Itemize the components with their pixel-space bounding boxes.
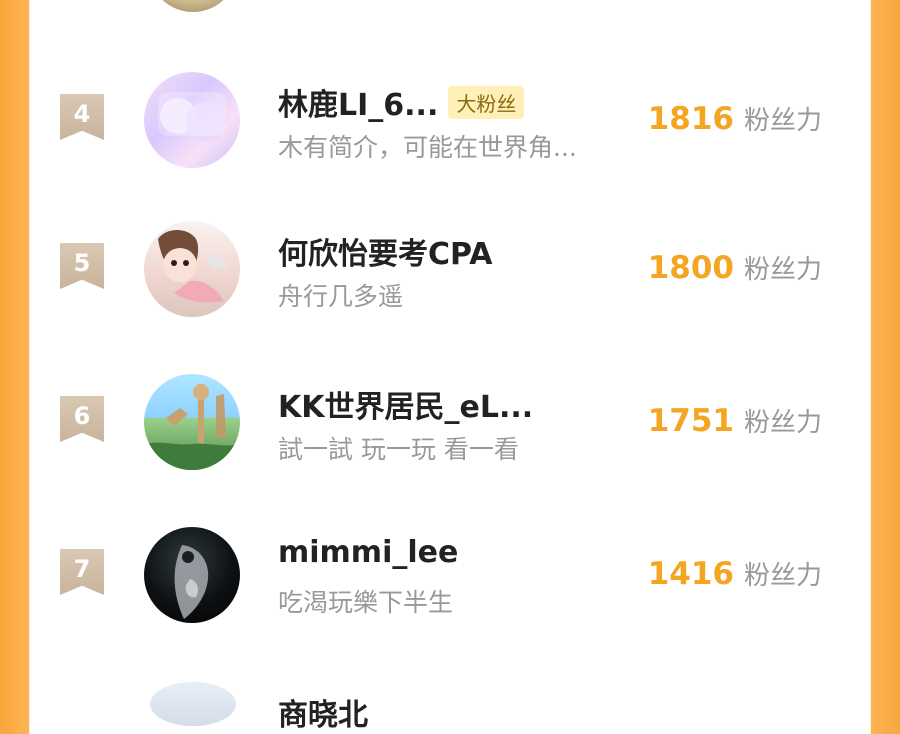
user-description: 木有简介，可能在世界角... [278,133,577,162]
name-line: KK世界居民_eL... [278,382,533,426]
name-line: mimmi_lee [278,535,458,570]
rank-badge: 6 [60,396,104,442]
user-name[interactable]: mimmi_lee [278,535,458,570]
rank-badge: 4 [60,94,104,140]
fan-power-label: 粉丝力 [743,106,822,136]
avatar-partial-bottom[interactable] [150,682,236,726]
fan-power-value: 1800 [647,250,734,286]
rank-badge: 7 [60,549,104,595]
avatar-image [158,92,226,142]
fan-power-value: 1751 [647,403,734,439]
fan-power: 1800 粉丝力 [648,249,822,286]
fan-power-value: 1416 [647,556,734,592]
list-item[interactable]: 6 KK世界居民_eL... 試一試 玩一玩 看一看 1751 粉丝力 [30,374,870,474]
avatar-image [144,384,240,470]
list-item[interactable]: 5 何欣怡要考CPA 舟行几多遥 1800 粉丝力 [30,221,870,321]
fan-power-label: 粉丝力 [743,255,822,285]
avatar-partial-top[interactable] [150,0,236,12]
avatar[interactable] [144,72,240,168]
rank-badge: 5 [60,243,104,289]
user-name[interactable]: KK世界居民_eL... [278,382,533,426]
list-item[interactable]: 4 林鹿LI_6... 大粉丝 木有简介，可能在世界角... 1816 粉丝力 [30,72,870,172]
user-description: 吃渴玩樂下半生 [278,588,454,617]
fan-power: 1416 粉丝力 [648,555,822,592]
fan-power: 1816 粉丝力 [648,100,822,137]
user-description: 舟行几多遥 [278,282,404,311]
avatar[interactable] [144,527,240,623]
user-name-partial[interactable]: 商晓北 [278,690,368,734]
avatar[interactable] [144,374,240,470]
fan-power-value: 1816 [647,101,734,137]
fan-level-badge: 大粉丝 [448,85,525,119]
fan-power: 1751 粉丝力 [648,402,822,439]
fan-power-label: 粉丝力 [743,561,822,591]
avatar[interactable] [144,221,240,317]
leaderboard-card: 4 林鹿LI_6... 大粉丝 木有简介，可能在世界角... 1816 粉丝力 … [30,0,870,733]
name-line: 林鹿LI_6... 大粉丝 [278,80,525,124]
fan-power-label: 粉丝力 [743,408,822,438]
user-name[interactable]: 林鹿LI_6... [278,80,438,124]
user-name[interactable]: 何欣怡要考CPA [278,229,492,273]
user-description: 試一試 玩一玩 看一看 [278,435,519,464]
avatar-image [174,545,209,619]
avatar-image [158,230,228,303]
list-item[interactable]: 7 mimmi_lee 吃渴玩樂下半生 1416 粉丝力 [30,527,870,627]
name-line: 何欣怡要考CPA [278,229,492,273]
